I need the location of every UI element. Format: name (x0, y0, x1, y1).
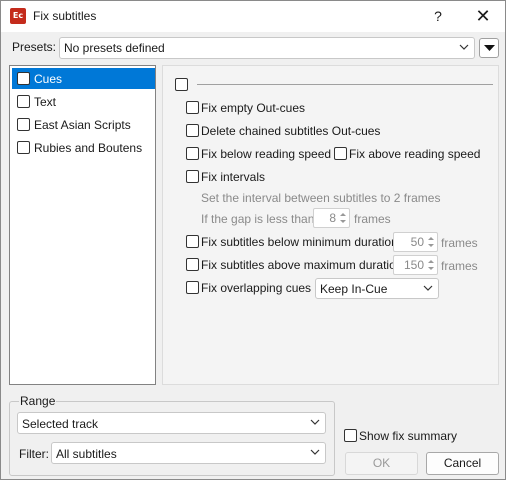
chevron-down-icon (309, 445, 321, 459)
cues-group-checkbox[interactable] (175, 78, 188, 91)
cancel-button[interactable]: Cancel (426, 452, 499, 475)
category-list: Cues Text East Asian Scripts Rubies and … (9, 65, 156, 385)
category-checkbox[interactable] (17, 72, 30, 85)
category-label: Cues (34, 72, 63, 86)
dropdown-value: Selected track (22, 417, 99, 431)
min-duration-unit: frames (441, 236, 478, 250)
checkbox[interactable] (186, 170, 199, 183)
gap-label: If the gap is less than (201, 212, 315, 226)
presets-label: Presets: (12, 40, 57, 54)
checkbox[interactable] (344, 429, 357, 442)
help-button[interactable]: ? (421, 1, 455, 32)
stepper-value: 8 (329, 211, 336, 225)
app-icon: Ec (10, 8, 26, 24)
checkbox[interactable] (186, 101, 199, 114)
gap-unit: frames (354, 212, 391, 226)
chevron-down-icon (309, 415, 321, 429)
checkbox[interactable] (186, 281, 199, 294)
track-dropdown[interactable]: Selected track (17, 412, 326, 434)
stepper-value: 150 (403, 258, 424, 272)
option-label: Fix subtitles below minimum duration (201, 235, 398, 249)
category-item-rubies-and-boutens[interactable]: Rubies and Boutens (12, 137, 155, 158)
dropdown-value: All subtitles (56, 447, 117, 461)
max-duration-stepper[interactable]: 150 (393, 255, 438, 275)
fix-subtitles-dialog: Ec Fix subtitles ? ✕ Presets: No presets… (0, 0, 506, 480)
min-duration-stepper[interactable]: 50 (393, 232, 438, 252)
close-icon: ✕ (475, 6, 491, 26)
ok-button[interactable]: OK (345, 452, 418, 475)
category-checkbox[interactable] (17, 95, 30, 108)
dropdown-value: Keep In-Cue (320, 282, 388, 296)
category-item-cues[interactable]: Cues (12, 68, 155, 89)
close-button[interactable]: ✕ (463, 1, 503, 32)
stepper-arrows-icon[interactable] (338, 210, 348, 226)
category-item-east-asian-scripts[interactable]: East Asian Scripts (12, 114, 155, 135)
option-label: Fix above reading speed (349, 147, 481, 161)
category-checkbox[interactable] (17, 118, 30, 131)
range-label: Range (19, 394, 57, 408)
interval-description: Set the interval between subtitles to 2 … (201, 191, 441, 205)
title-bar: Ec Fix subtitles ? ✕ (1, 1, 505, 32)
stepper-arrows-icon[interactable] (426, 257, 436, 273)
category-label: Text (34, 95, 57, 109)
checkbox[interactable] (334, 147, 347, 160)
option-label: Fix overlapping cues (201, 281, 312, 295)
option-label: Fix intervals (201, 170, 266, 184)
stepper-value: 50 (410, 235, 424, 249)
presets-dropdown[interactable]: No presets defined (59, 37, 475, 59)
option-label: Delete chained subtitles Out-cues (201, 124, 381, 138)
checkbox[interactable] (186, 124, 199, 137)
stepper-arrows-icon[interactable] (426, 234, 436, 250)
checkbox[interactable] (186, 258, 199, 271)
filter-dropdown[interactable]: All subtitles (51, 442, 326, 464)
group-divider (197, 84, 493, 85)
max-duration-unit: frames (441, 259, 478, 273)
presets-menu-button[interactable] (479, 38, 499, 58)
category-item-text[interactable]: Text (12, 91, 155, 112)
option-label: Show fix summary (359, 429, 458, 443)
option-label: Fix subtitles above maximum duration (201, 258, 403, 272)
chevron-down-icon (458, 40, 470, 54)
checkbox[interactable] (186, 147, 199, 160)
option-label: Fix empty Out-cues (201, 101, 306, 115)
chevron-down-icon (422, 281, 434, 295)
overlap-mode-dropdown[interactable]: Keep In-Cue (315, 278, 439, 299)
caret-down-icon (484, 45, 495, 51)
option-label: Fix below reading speed (201, 147, 332, 161)
category-checkbox[interactable] (17, 141, 30, 154)
checkbox[interactable] (186, 235, 199, 248)
category-label: Rubies and Boutens (34, 141, 143, 155)
window-title: Fix subtitles (33, 9, 97, 23)
category-label: East Asian Scripts (34, 118, 131, 132)
filter-label: Filter: (19, 447, 49, 461)
gap-stepper[interactable]: 8 (313, 208, 350, 228)
presets-value: No presets defined (64, 41, 165, 55)
